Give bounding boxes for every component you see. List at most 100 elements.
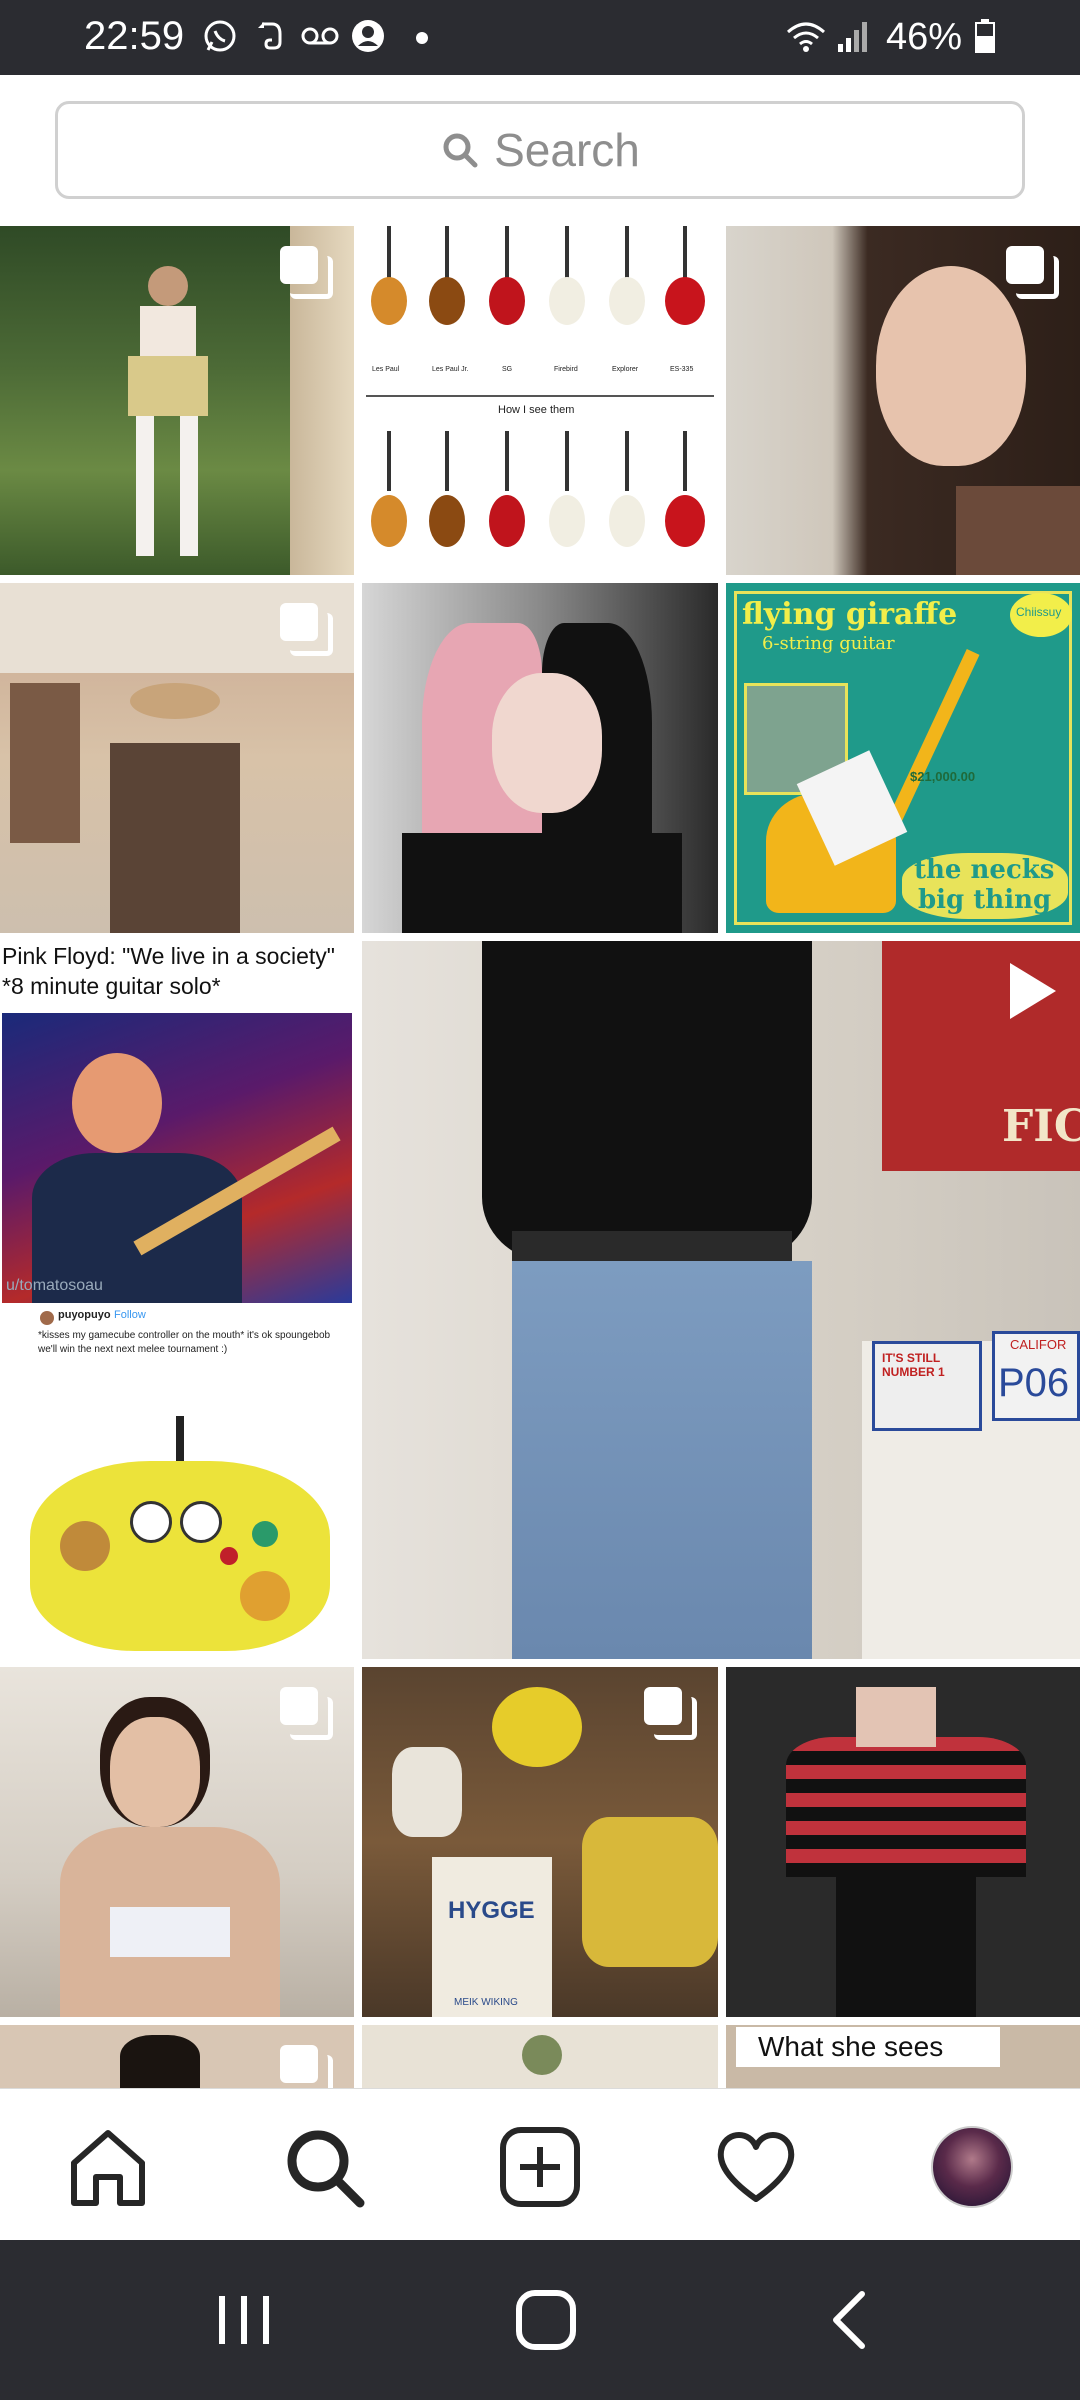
- meme-post-text: *kisses my gamecube controller on the mo…: [38, 1330, 331, 1355]
- nav-profile[interactable]: [924, 2119, 1020, 2215]
- face: [876, 266, 1026, 466]
- black-sweater: [482, 941, 812, 1261]
- sign-text: IT'S STILL NUMBER 1: [882, 1351, 945, 1379]
- grid-post-fairy-garden[interactable]: [0, 226, 354, 575]
- bra: [110, 1907, 230, 1957]
- battery-icon: [975, 19, 995, 53]
- hair: [120, 2035, 200, 2088]
- multi-post-icon: [280, 603, 333, 656]
- controller-stick-right: [240, 1571, 290, 1621]
- jeans: [512, 1261, 812, 1659]
- search-input[interactable]: Search: [55, 101, 1025, 199]
- grid-post-partial-3[interactable]: What she sees: [726, 2025, 1080, 2088]
- what-she-sees-caption: What she sees: [758, 2031, 944, 2062]
- activity-heart-icon: [717, 2132, 795, 2202]
- controller-eye-left: [130, 1501, 172, 1543]
- hat: [130, 683, 220, 719]
- meme-line-2: *8 minute guitar solo*: [2, 973, 221, 999]
- grid-post-building-hat[interactable]: [0, 583, 354, 933]
- grid-post-video[interactable]: FICT IT'S STILL NUMBER 1 CALIFOR P06: [362, 941, 1080, 1659]
- grid-post-flying-giraffe[interactable]: flying giraffe 6-string guitar Chiissuy …: [726, 583, 1080, 933]
- guitar-label-6: ES-335: [670, 366, 694, 373]
- grid-post-tattoo[interactable]: [0, 1667, 354, 2017]
- back-button[interactable]: [826, 2288, 870, 2352]
- account-icon: [352, 20, 384, 52]
- signal-icon: [838, 22, 867, 52]
- add-post-icon: [500, 2127, 580, 2207]
- multi-post-icon: [644, 1687, 697, 1740]
- wifi-icon: [787, 22, 825, 52]
- book-author: MEIK WIKING: [454, 1997, 518, 2008]
- person-head: [148, 266, 188, 306]
- search-icon: [443, 133, 478, 168]
- person-coat: [110, 743, 240, 933]
- black-jeans: [836, 1877, 976, 2017]
- dot-icon: [416, 32, 428, 44]
- video-play-icon: [1010, 963, 1056, 1019]
- controller-cable: [176, 1416, 184, 1466]
- person-top: [140, 306, 196, 356]
- profile-avatar: [931, 2126, 1013, 2208]
- grid-post-meme[interactable]: Pink Floyd: "We live in a society" *8 mi…: [0, 941, 354, 1659]
- guitar-label-2: Les Paul Jr.: [432, 366, 469, 373]
- teapot: [392, 1747, 462, 1837]
- neck: [856, 1687, 936, 1747]
- hygge-book: [432, 1857, 552, 2017]
- person-leg-right: [180, 416, 198, 556]
- guitars-graphic: [366, 226, 714, 547]
- shop-window: [10, 683, 80, 843]
- black-top: [402, 833, 682, 933]
- controller-eye-right: [180, 1501, 222, 1543]
- ad-tagline-1: the necks: [914, 855, 1055, 885]
- multi-post-icon: [1006, 246, 1059, 299]
- home-button[interactable]: [514, 2288, 578, 2352]
- controller-stick-left: [60, 1521, 110, 1571]
- grid-post-partial-2[interactable]: [362, 2025, 718, 2088]
- flowers: [522, 2035, 562, 2075]
- nav-add-post[interactable]: [492, 2119, 588, 2215]
- controller-button-a: [252, 1521, 278, 1547]
- explore-grid: Les Paul Les Paul Jr. SG Firebird Explor…: [0, 226, 1080, 2088]
- guitar-row-bottom: [371, 431, 705, 547]
- guitars-caption: How I see them: [498, 404, 575, 416]
- grid-post-pink-hair[interactable]: [362, 583, 718, 933]
- poster-text: FICT: [1002, 1101, 1080, 1152]
- meme-watermark: u/tomatosoau: [6, 1277, 103, 1294]
- meme-line-1: Pink Floyd: "We live in a society": [2, 943, 335, 969]
- ad-brand: Chiissuy: [1016, 605, 1062, 619]
- nav-search[interactable]: [276, 2119, 372, 2215]
- status-time: 22:59: [84, 14, 185, 58]
- guitar-label-4: Firebird: [554, 366, 578, 373]
- grid-post-partial-1[interactable]: [0, 2025, 354, 2088]
- ad-title: flying giraffe: [742, 597, 958, 632]
- shoulder: [956, 486, 1080, 575]
- plate-number: P06: [998, 1361, 1070, 1405]
- controller-button-b: [220, 1547, 238, 1565]
- multi-post-icon: [280, 246, 333, 299]
- plate-state: CALIFOR: [1010, 1337, 1067, 1352]
- person-leg-left: [136, 416, 154, 556]
- guitar-label-1: Les Paul: [372, 366, 400, 373]
- status-bar: 22:59 46%: [0, 0, 1080, 75]
- search-icon: [287, 2130, 365, 2208]
- multi-post-icon: [280, 2045, 333, 2088]
- recents-button[interactable]: [214, 2290, 274, 2350]
- search-placeholder: Search: [494, 124, 640, 176]
- whatsapp-icon: [204, 20, 236, 52]
- face: [110, 1717, 200, 1827]
- ad-tagline-2: big thing: [918, 885, 1052, 915]
- grid-post-striped-sweater[interactable]: [726, 1667, 1080, 2017]
- nav-home[interactable]: [60, 2119, 156, 2215]
- nav-activity[interactable]: [708, 2119, 804, 2215]
- grid-post-selfie[interactable]: [726, 226, 1080, 575]
- spongebob-controller: [30, 1461, 330, 1651]
- guitarist-head: [72, 1053, 162, 1153]
- meme-follow: Follow: [114, 1309, 146, 1321]
- grid-post-hygge[interactable]: HYGGE MEIK WIKING: [362, 1667, 718, 2017]
- guitar-label-5: Explorer: [612, 366, 639, 373]
- ad-subtitle: 6-string guitar: [762, 633, 895, 654]
- book-title: HYGGE: [448, 1897, 535, 1924]
- grid-post-guitars[interactable]: Les Paul Les Paul Jr. SG Firebird Explor…: [362, 226, 718, 575]
- system-navigation-bar: [0, 2240, 1080, 2400]
- search-header: Search: [0, 75, 1080, 225]
